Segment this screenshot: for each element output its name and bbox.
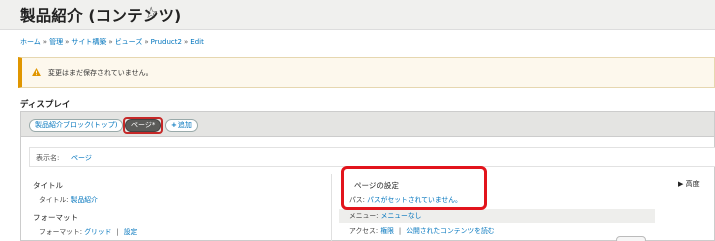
access-permission-link[interactable]: 権限 [380,227,394,235]
add-label: 追加 [177,121,192,129]
plus-icon: + [171,121,177,129]
add-display-button[interactable]: +追加 [165,119,198,132]
format-settings-link[interactable]: 設定 [124,228,138,236]
advanced-toggle[interactable]: ▶ 高度 [678,179,700,189]
tab-block-display[interactable]: 製品紹介ブロック(トップ) [29,119,124,132]
display-name-bar: 表示名: ページ [29,147,715,167]
title-value-link[interactable]: 製品紹介 [71,196,98,204]
advanced-column: ▶ 高度 [666,174,715,241]
menu-label: メニュー: [349,212,379,220]
left-column: タイトル タイトル: 製品紹介 フォーマット フォーマット: グリッド | 設定 [29,174,332,241]
advanced-label: 高度 [685,180,700,188]
separator: | [116,228,119,236]
separator: | [398,227,402,235]
breadcrumb-edit[interactable]: Edit [190,38,204,46]
tab-page-display[interactable]: ページ* [123,117,164,134]
access-permission-value-link[interactable]: 公開されたコンテンツを読む [406,227,494,235]
menu-row: メニュー: メニューなし [339,209,655,223]
menu-value-link[interactable]: メニューなし [381,212,422,220]
warning-text: 変更はまだ保存されていません。 [48,69,153,77]
format-grid-link[interactable]: グリッド [84,228,111,236]
breadcrumb-views[interactable]: ビューズ [115,38,143,46]
unsaved-warning: 変更はまだ保存されていません。 [18,57,715,88]
section-label: ディスプレイ [20,100,71,110]
display-name-value[interactable]: ページ [71,153,92,163]
breadcrumb-admin[interactable]: 管理 [49,38,63,46]
breadcrumb-home[interactable]: ホーム [20,38,41,46]
breadcrumb-structure[interactable]: サイト構築 [71,38,106,46]
triangle-right-icon: ▶ [678,180,684,188]
active-tab-outline [123,117,164,134]
page-header: 製品紹介 (コンテンツ) ☆ [0,0,715,30]
title-label: タイトル: [39,196,69,204]
breadcrumb-view[interactable]: Pruduct2 [151,38,182,46]
highlight-annotation [341,166,487,210]
warning-icon [32,68,41,76]
title-row: タイトル: 製品紹介 [33,193,333,207]
access-row: アクセス: 権限 | 公開されたコンテンツを読む [339,224,655,238]
breadcrumb: ホーム» 管理» サイト構築» ビューズ» Pruduct2» Edit [20,38,204,46]
star-outline-icon[interactable]: ☆ [144,3,158,22]
format-row: フォーマット: グリッド | 設定 [33,225,333,239]
display-tabs: 製品紹介ブロック(トップ) ページ* +追加 [21,112,714,137]
format-heading: フォーマット [33,213,78,222]
display-name-label: 表示名: [36,154,60,162]
title-heading: タイトル [33,181,63,190]
access-label: アクセス: [349,227,379,235]
partial-button[interactable] [616,236,646,241]
format-label: フォーマット: [39,228,83,236]
